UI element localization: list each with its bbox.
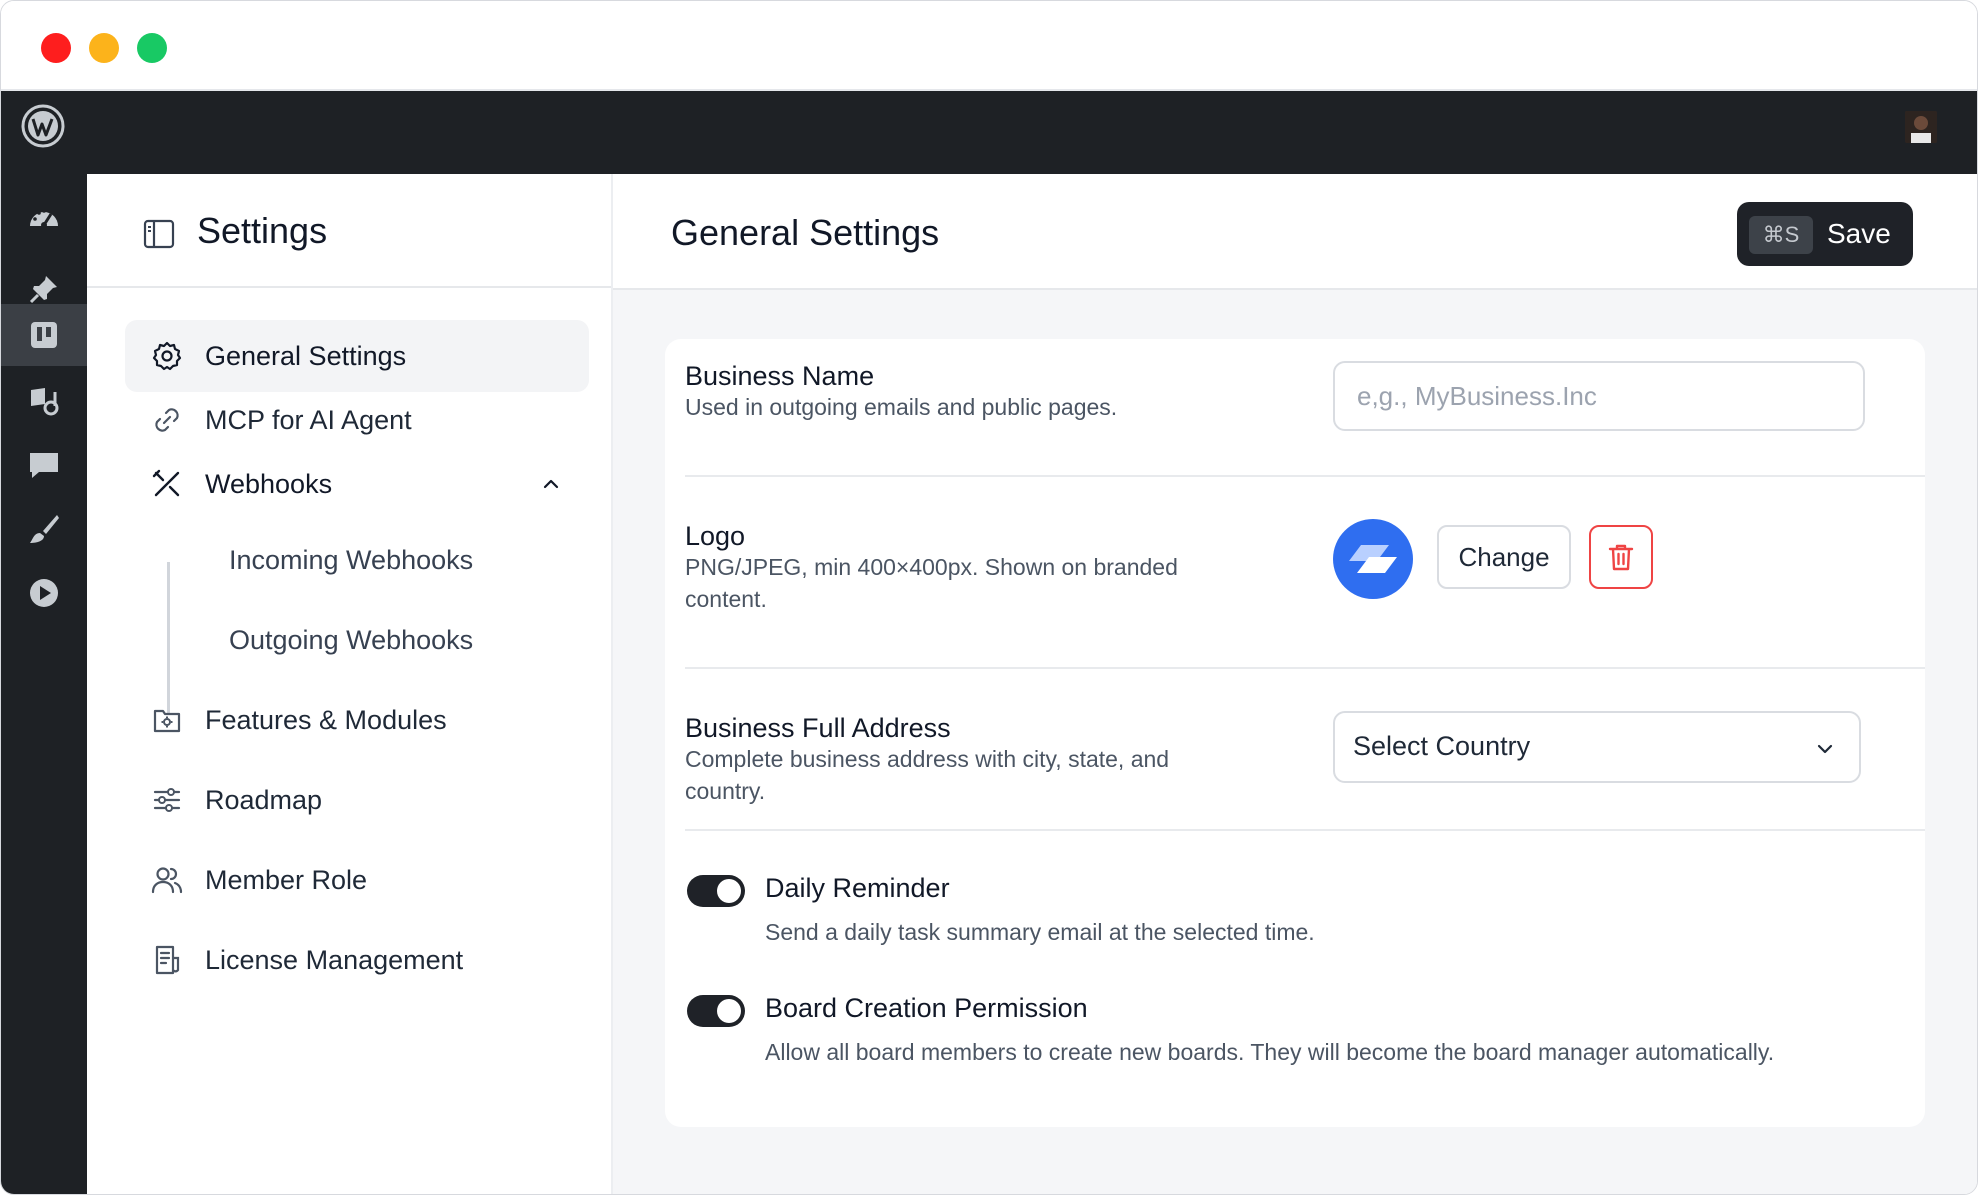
save-button[interactable]: ⌘S Save [1737, 202, 1913, 266]
settings-sidebar: Settings General Settings MCP for AI Age… [87, 174, 613, 1194]
sidebar-item-general-settings[interactable]: General Settings [125, 320, 589, 392]
settings-sidebar-header: Settings [87, 174, 611, 288]
address-description: Complete business address with city, sta… [685, 746, 1170, 804]
main-header: General Settings ⌘S Save [613, 174, 1977, 290]
business-name-description: Used in outgoing emails and public pages… [685, 394, 1118, 420]
wp-admin-sidebar [1, 174, 87, 1194]
link-icon [155, 408, 179, 432]
sidebar-item-webhooks[interactable]: Webhooks [125, 448, 589, 520]
row-divider [685, 667, 1925, 669]
daily-reminder-title: Daily Reminder [765, 873, 950, 903]
play-icon [30, 579, 58, 607]
sidebar-item-label: Member Role [205, 864, 368, 895]
user-avatar[interactable] [1905, 111, 1937, 143]
sliders-icon [153, 788, 181, 812]
logo-title: Logo [685, 521, 746, 551]
sidebar-item-label: Outgoing Webhooks [229, 624, 474, 655]
settings-card: Business Name Used in outgoing emails an… [665, 339, 1925, 1127]
appearance-menu-item[interactable] [1, 498, 87, 560]
business-name-input[interactable] [1333, 361, 1865, 431]
toggle-knob [717, 879, 741, 903]
chevron-up-icon[interactable] [539, 472, 563, 496]
sidebar-item-license-management[interactable]: License Management [125, 924, 589, 996]
board-creation-title: Board Creation Permission [765, 993, 1088, 1023]
country-select-value: Select Country [1353, 731, 1531, 761]
media-menu-item[interactable] [1, 370, 87, 432]
page-title: General Settings [671, 212, 940, 253]
media-icon [31, 388, 59, 416]
main-content: General Settings ⌘S Save Business Name U… [613, 174, 1977, 1194]
gear-icon [152, 341, 182, 371]
sidebar-item-features-modules[interactable]: Features & Modules [125, 684, 589, 756]
brush-icon [30, 515, 59, 543]
sidebar-item-label: Webhooks [205, 468, 333, 499]
sidebar-item-label: MCP for AI Agent [205, 404, 412, 435]
minimize-window-button[interactable] [89, 33, 119, 63]
row-divider [685, 829, 1925, 831]
business-logo-preview [1333, 519, 1413, 599]
board-icon [31, 322, 57, 348]
sidebar-item-mcp-ai-agent[interactable]: MCP for AI Agent [125, 384, 589, 456]
users-icon [151, 867, 183, 894]
tools-icon [152, 469, 180, 497]
comments-menu-item[interactable] [1, 434, 87, 496]
chevron-down-icon [1817, 744, 1833, 754]
save-shortcut-badge: ⌘S [1749, 216, 1813, 254]
dashboard-icon [30, 209, 58, 228]
settings-title: Settings [197, 210, 328, 251]
toggle-knob [717, 999, 741, 1023]
admin-bar [1, 91, 1977, 174]
save-button-label: Save [1827, 218, 1891, 249]
row-divider [685, 475, 1925, 477]
play-menu-item[interactable] [1, 562, 87, 624]
sidebar-item-outgoing-webhooks[interactable]: Outgoing Webhooks [125, 604, 589, 676]
window-titlebar [1, 1, 1977, 91]
document-icon [155, 945, 180, 975]
country-select[interactable]: Select Country [1333, 711, 1861, 783]
sidebar-item-label: General Settings [205, 340, 407, 371]
sidebar-item-label: License Management [205, 944, 464, 975]
change-logo-button[interactable]: Change [1437, 525, 1571, 589]
delete-logo-button[interactable] [1589, 525, 1653, 589]
board-creation-toggle[interactable] [687, 995, 745, 1027]
address-title: Business Full Address [685, 713, 951, 743]
sidebar-item-member-role[interactable]: Member Role [125, 844, 589, 916]
maximize-window-button[interactable] [137, 33, 167, 63]
comment-icon [30, 453, 58, 478]
pin-icon [29, 276, 57, 304]
folder-gear-icon [153, 709, 181, 733]
logo-description: PNG/JPEG, min 400×400px. Shown on brande… [685, 554, 1178, 612]
sidebar-item-roadmap[interactable]: Roadmap [125, 764, 589, 836]
sidebar-item-label: Incoming Webhooks [229, 544, 474, 575]
dashboard-menu-item[interactable] [1, 188, 87, 250]
business-name-title: Business Name [685, 361, 875, 391]
board-creation-description: Allow all board members to create new bo… [765, 1039, 1775, 1065]
boards-menu-item[interactable] [1, 304, 87, 366]
sidebar-item-label: Features & Modules [205, 704, 447, 735]
daily-reminder-toggle[interactable] [687, 875, 745, 907]
daily-reminder-description: Send a daily task summary email at the s… [765, 919, 1315, 945]
app-window: Settings General Settings MCP for AI Age… [0, 0, 1978, 1195]
sidebar-toggle-icon[interactable] [143, 218, 175, 250]
trash-icon [1608, 544, 1634, 571]
wordpress-icon[interactable] [21, 104, 65, 148]
sidebar-item-label: Roadmap [205, 784, 323, 815]
close-window-button[interactable] [41, 33, 71, 63]
sidebar-item-incoming-webhooks[interactable]: Incoming Webhooks [125, 524, 589, 596]
